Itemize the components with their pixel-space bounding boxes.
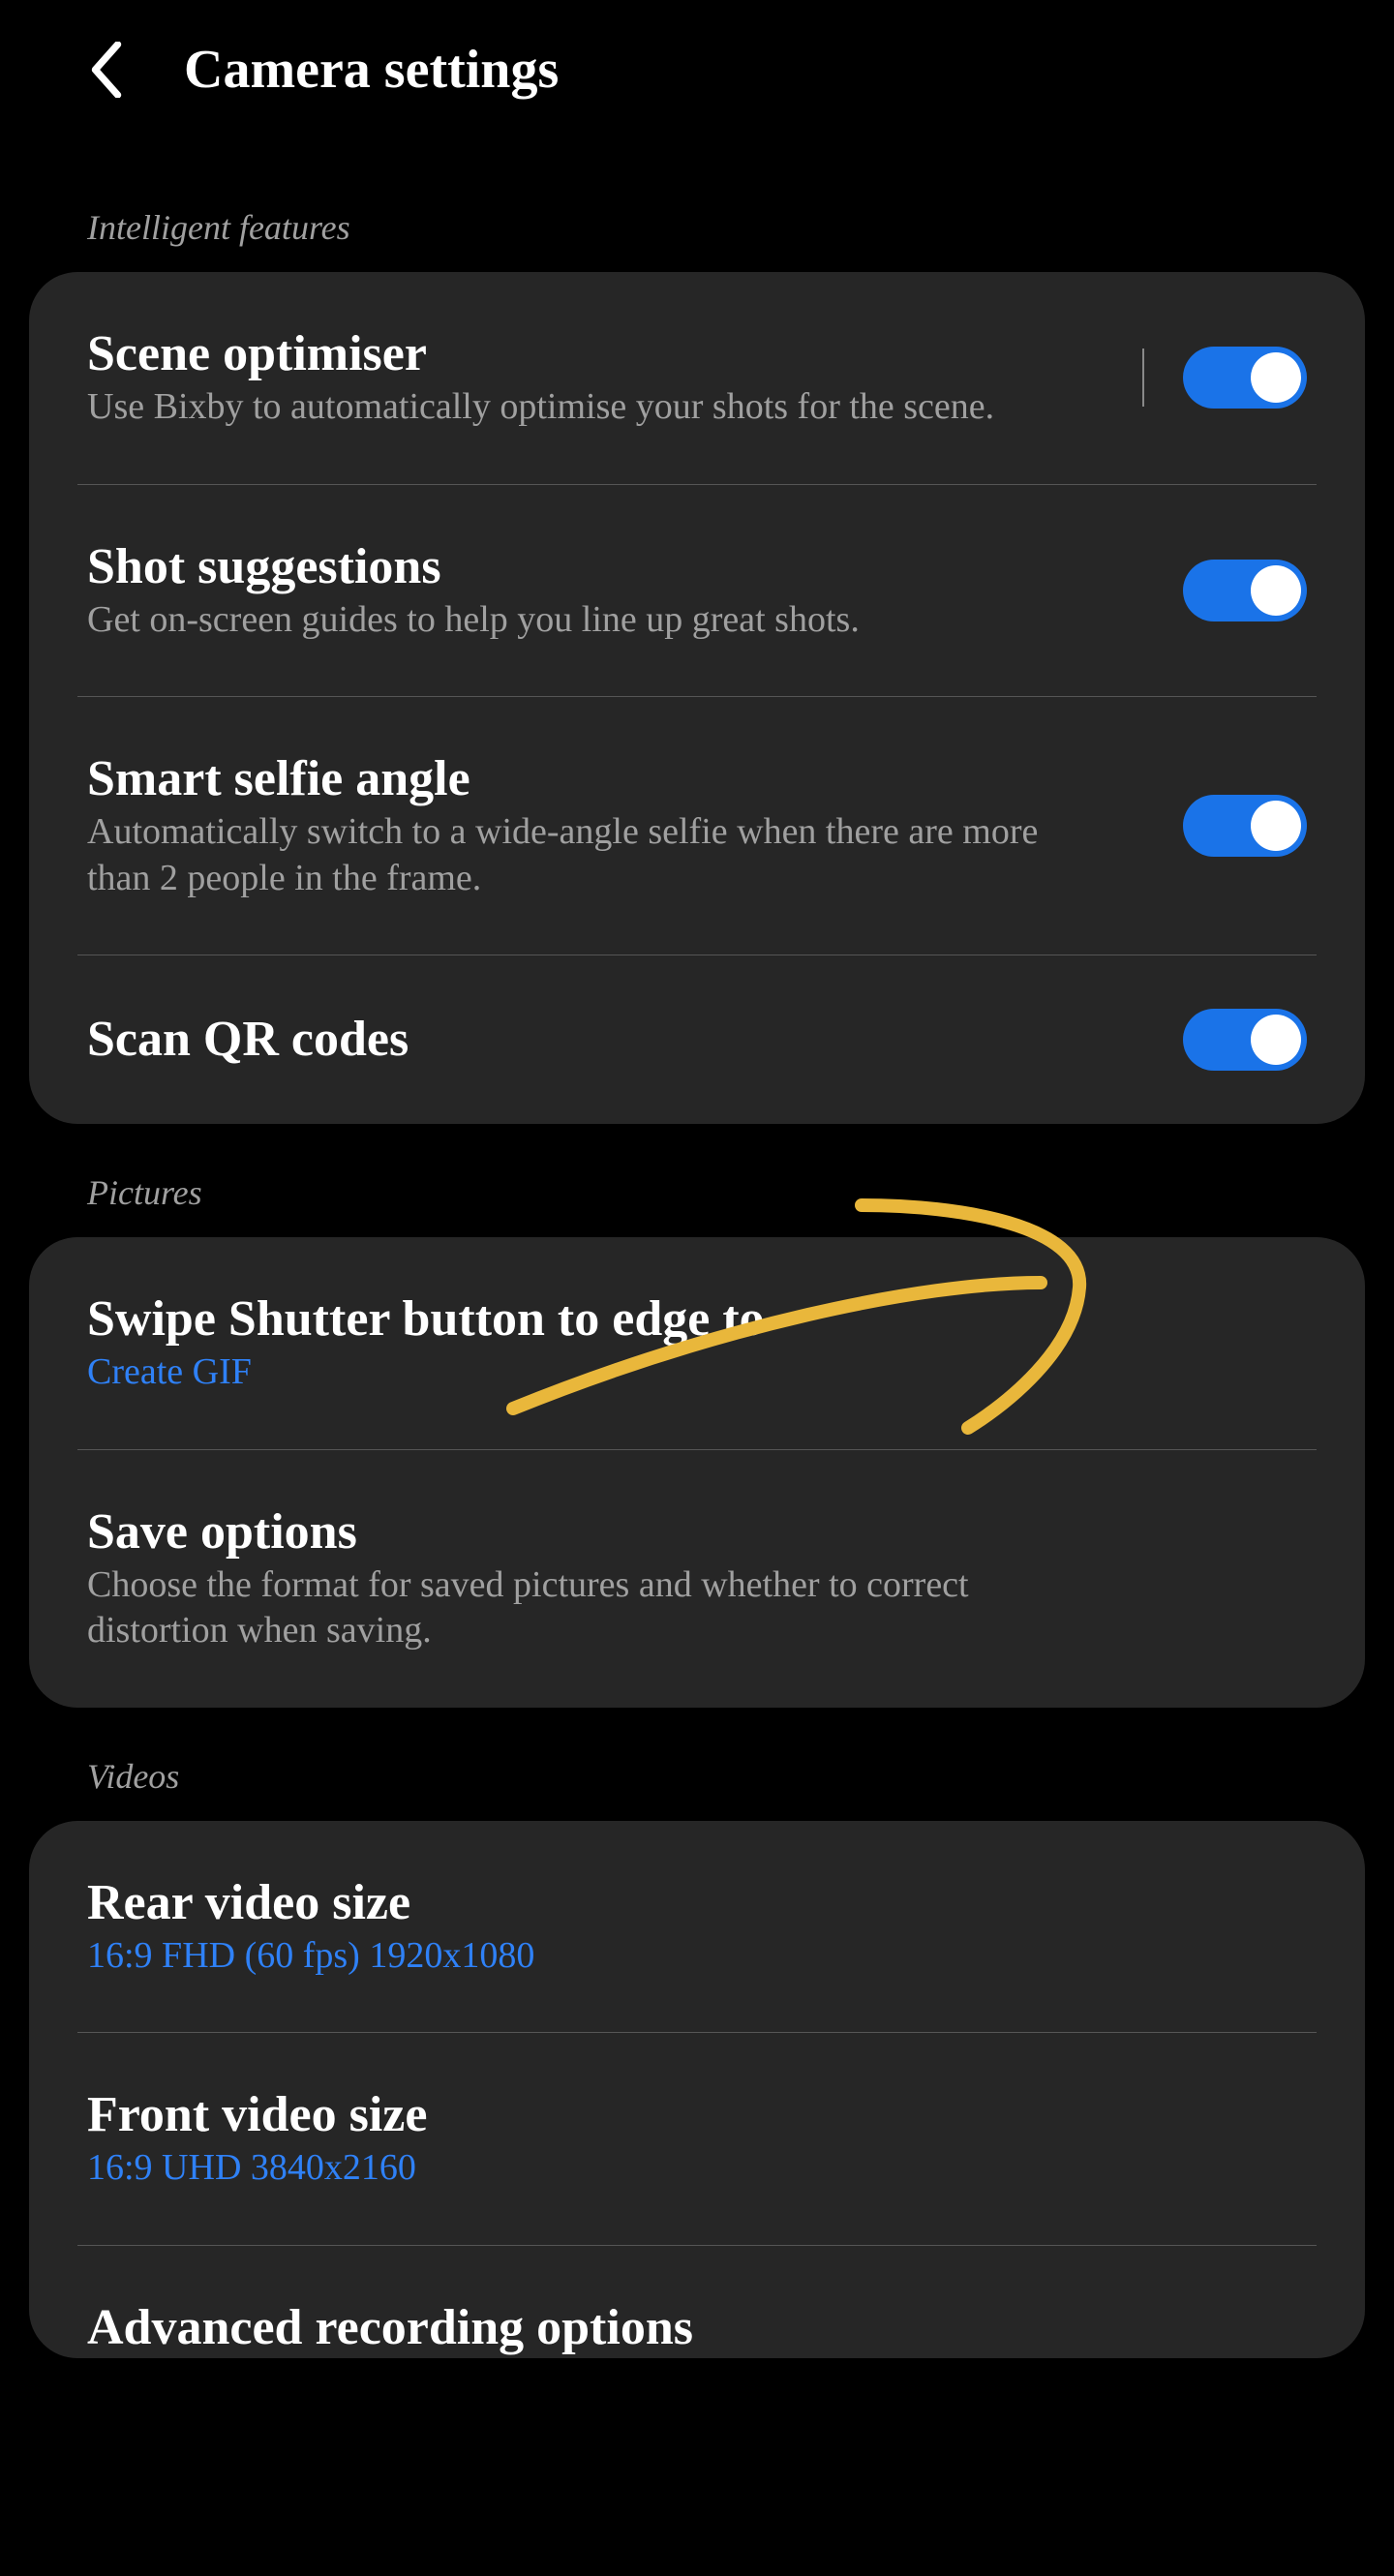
rear-video-sub: 16:9 FHD (60 fps) 1920x1080 [87,1933,1075,1980]
save-options-text: Save options Choose the format for saved… [87,1503,1307,1654]
swipe-shutter-row[interactable]: Swipe Shutter button to edge to Create G… [77,1237,1317,1450]
scene-optimiser-toggle[interactable] [1183,347,1307,409]
advanced-recording-title: Advanced recording options [87,2299,1278,2356]
front-video-title: Front video size [87,2086,1278,2143]
rear-video-row[interactable]: Rear video size 16:9 FHD (60 fps) 1920x1… [77,1821,1317,2034]
scan-qr-toggle[interactable] [1183,1009,1307,1071]
rear-video-text: Rear video size 16:9 FHD (60 fps) 1920x1… [87,1874,1307,1980]
advanced-recording-text: Advanced recording options [87,2299,1307,2358]
front-video-sub: 16:9 UHD 3840x2160 [87,2145,1075,2192]
section-label-pictures: Pictures [87,1172,1365,1213]
page-title: Camera settings [184,39,559,101]
scene-optimiser-row[interactable]: Scene optimiser Use Bixby to automatical… [77,272,1317,485]
scan-qr-row[interactable]: Scan QR codes [77,955,1317,1124]
scene-optimiser-sub: Use Bixby to automatically optimise your… [87,384,1075,431]
smart-selfie-text: Smart selfie angle Automatically switch … [87,750,1183,901]
pictures-card: Swipe Shutter button to edge to Create G… [29,1237,1365,1708]
smart-selfie-row[interactable]: Smart selfie angle Automatically switch … [77,697,1317,955]
scene-optimiser-title: Scene optimiser [87,325,1075,382]
scan-qr-title: Scan QR codes [87,1011,1154,1068]
shot-suggestions-sub: Get on-screen guides to help you line up… [87,597,1075,644]
smart-selfie-title: Smart selfie angle [87,750,1154,807]
front-video-row[interactable]: Front video size 16:9 UHD 3840x2160 [77,2033,1317,2246]
scan-qr-text: Scan QR codes [87,1011,1183,1070]
section-label-intelligent: Intelligent features [87,207,1365,248]
swipe-shutter-text: Swipe Shutter button to edge to Create G… [87,1290,1307,1396]
swipe-shutter-sub: Create GIF [87,1349,1075,1396]
rear-video-title: Rear video size [87,1874,1278,1931]
shot-suggestions-text: Shot suggestions Get on-screen guides to… [87,538,1183,644]
shot-suggestions-toggle[interactable] [1183,560,1307,621]
save-options-title: Save options [87,1503,1278,1561]
intelligent-features-card: Scene optimiser Use Bixby to automatical… [29,272,1365,1124]
videos-card: Rear video size 16:9 FHD (60 fps) 1920x1… [29,1821,1365,2358]
smart-selfie-toggle[interactable] [1183,795,1307,857]
back-icon[interactable] [87,50,126,89]
section-label-videos: Videos [87,1756,1365,1797]
advanced-recording-row[interactable]: Advanced recording options [77,2246,1317,2358]
save-options-sub: Choose the format for saved pictures and… [87,1562,1075,1654]
scene-optimiser-text: Scene optimiser Use Bixby to automatical… [87,325,1104,431]
front-video-text: Front video size 16:9 UHD 3840x2160 [87,2086,1307,2192]
header: Camera settings [29,0,1365,159]
smart-selfie-sub: Automatically switch to a wide-angle sel… [87,809,1075,901]
shot-suggestions-title: Shot suggestions [87,538,1154,595]
shot-suggestions-row[interactable]: Shot suggestions Get on-screen guides to… [77,485,1317,698]
save-options-row[interactable]: Save options Choose the format for saved… [77,1450,1317,1708]
divider-vertical [1142,349,1144,407]
swipe-shutter-title: Swipe Shutter button to edge to [87,1290,1278,1348]
